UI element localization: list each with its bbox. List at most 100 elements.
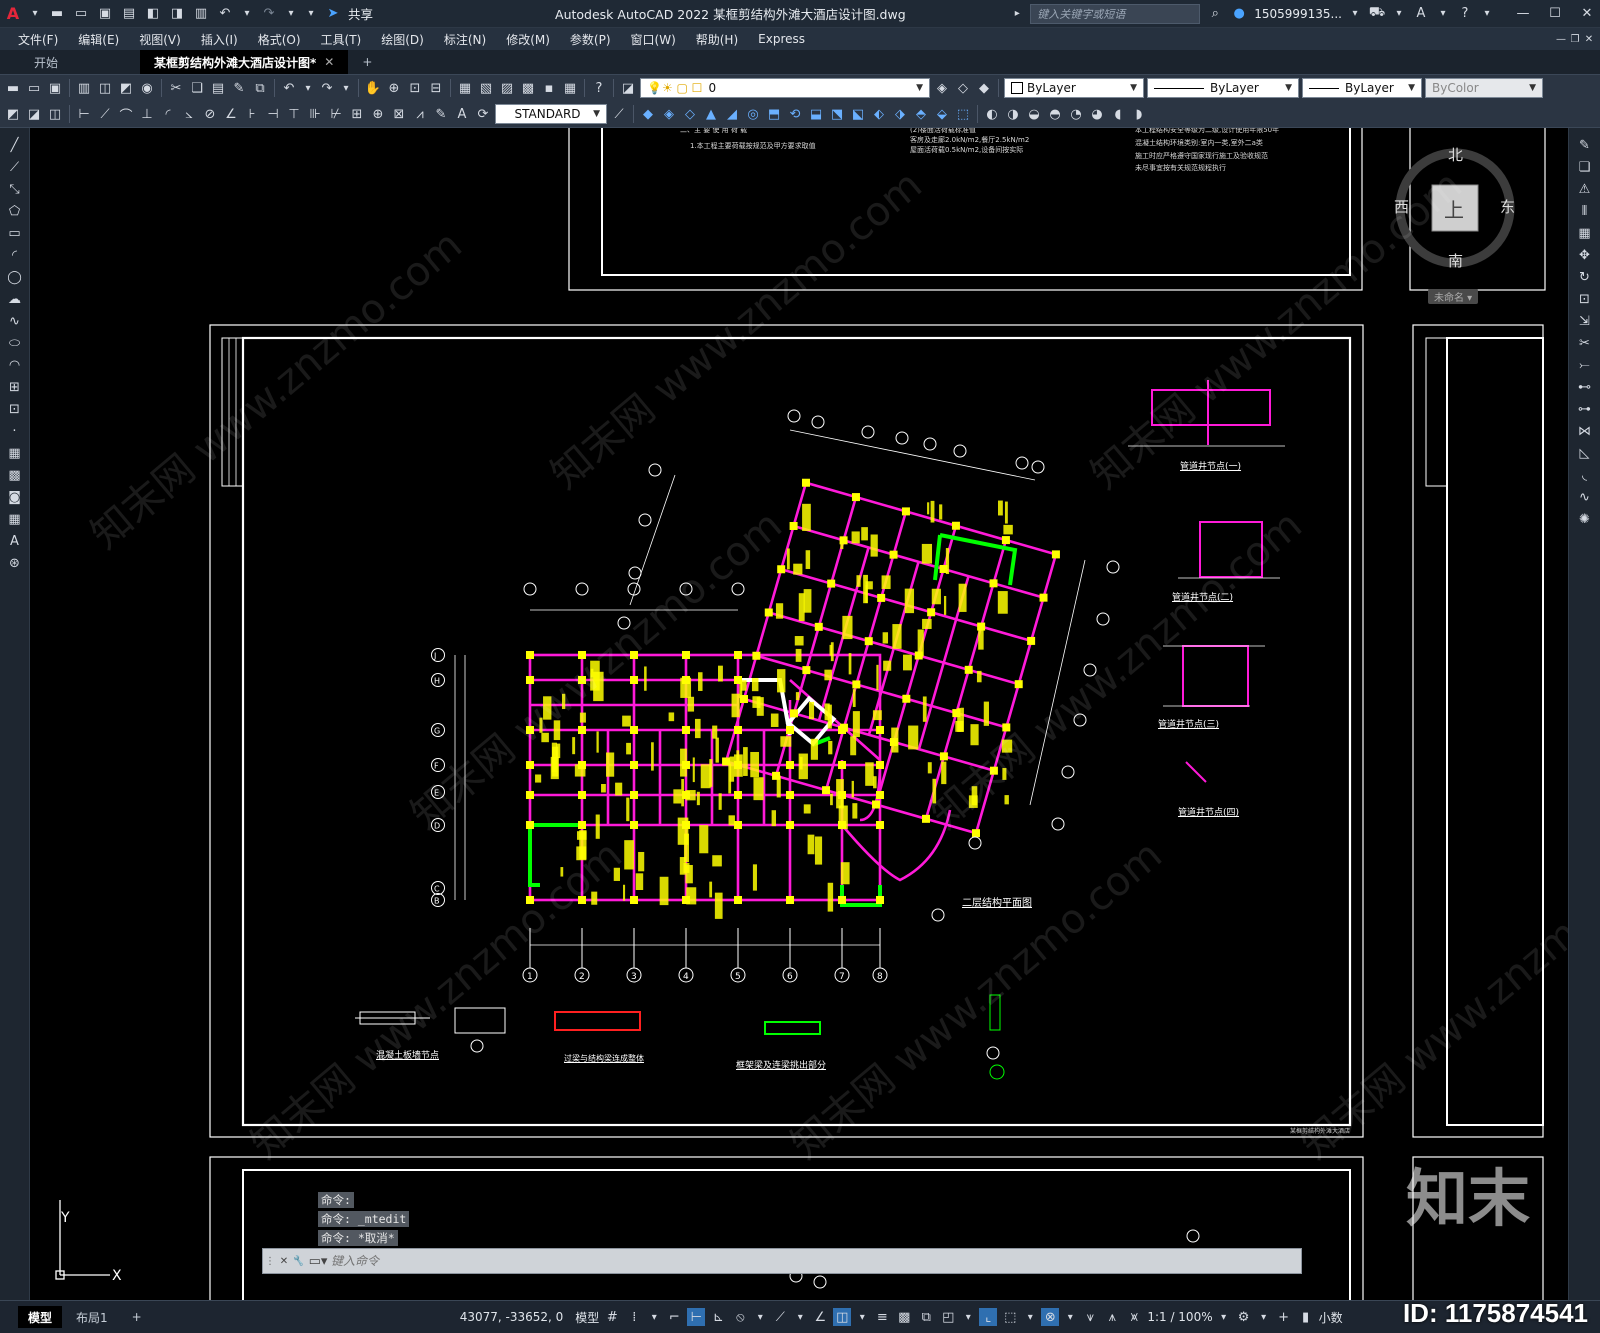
annotation-monitor-icon[interactable]: + xyxy=(1275,1308,1293,1326)
autocad-app-icon[interactable]: A xyxy=(4,4,22,23)
cart-icon[interactable]: ⛟ xyxy=(1368,5,1386,23)
tab-model[interactable]: 模型 xyxy=(18,1306,63,1328)
tool-palettes-icon[interactable]: ▨ xyxy=(498,79,516,97)
auto-scale-icon[interactable]: ⩚ xyxy=(1103,1308,1121,1326)
plot-icon[interactable]: ▥ xyxy=(192,5,210,23)
layer-freeze-icon[interactable]: ◫ xyxy=(46,105,64,123)
animation-icon[interactable]: ◗ xyxy=(1130,105,1148,123)
polar-dropdown-icon[interactable]: ▾ xyxy=(753,1308,767,1326)
join-icon[interactable]: ⋈ xyxy=(1576,422,1594,440)
save-icon[interactable]: ▣ xyxy=(46,79,64,97)
3d-osnap-dropdown-icon[interactable]: ▾ xyxy=(961,1308,975,1326)
annotation-visibility-icon[interactable]: ⩛ xyxy=(1081,1308,1099,1326)
undo-dropdown-icon[interactable]: ▾ xyxy=(301,79,315,97)
search-icon[interactable]: ⌕ xyxy=(1206,5,1224,23)
isodraft-icon[interactable]: ⟋ xyxy=(771,1308,789,1326)
copy-icon[interactable]: ❏ xyxy=(188,79,206,97)
make-block-icon[interactable]: ⊡ xyxy=(6,400,24,418)
extract-edges-icon[interactable]: ⬚ xyxy=(954,105,972,123)
annotation-scale-value[interactable]: 1:1 / 100% xyxy=(1147,1310,1212,1324)
undo-icon[interactable]: ↶ xyxy=(280,79,298,97)
redo-dropdown-icon[interactable]: ▾ xyxy=(339,79,353,97)
drawing-canvas[interactable]: 二、主 要 使 用 荷 载 1.本工程主要荷载按规范及甲方要求取值 (2)楼面活… xyxy=(0,128,1568,1300)
properties-icon[interactable]: ▦ xyxy=(456,79,474,97)
open-icon[interactable]: ▭ xyxy=(72,5,90,23)
erase-icon[interactable]: ✎ xyxy=(1576,136,1594,154)
menu-view[interactable]: 视图(V) xyxy=(129,31,191,48)
break-icon[interactable]: ⊶ xyxy=(1576,400,1594,418)
slice-icon[interactable]: ⬘ xyxy=(912,105,930,123)
annotation-scale-icon[interactable]: ⩙ xyxy=(1125,1308,1143,1326)
preview-icon[interactable]: ◫ xyxy=(96,79,114,97)
array-icon[interactable]: ▦ xyxy=(1576,224,1594,242)
grip-icon[interactable]: ⋮ xyxy=(263,1252,277,1270)
menu-format[interactable]: 格式(O) xyxy=(248,31,311,48)
app-menu-chevron-icon[interactable]: ▾ xyxy=(28,5,42,23)
cone-icon[interactable]: ▲ xyxy=(702,105,720,123)
cut-icon[interactable]: ✂ xyxy=(167,79,185,97)
workspace-dropdown-icon[interactable]: ▾ xyxy=(1257,1308,1271,1326)
zoom-realtime-icon[interactable]: ⊕ xyxy=(385,79,403,97)
layer-dropdown[interactable]: 💡☀ ▢ ☐ 0 ▼ xyxy=(640,78,930,98)
snap-dropdown-icon[interactable]: ▾ xyxy=(647,1308,661,1326)
dim-style-dropdown[interactable]: STANDARD ▼ xyxy=(495,104,607,124)
viewcube-top-face[interactable]: 上 xyxy=(1444,194,1464,223)
gizmo-icon[interactable]: ⊗ xyxy=(1041,1308,1060,1326)
open-icon[interactable]: ▭ xyxy=(25,79,43,97)
union-icon[interactable]: ⬕ xyxy=(849,105,867,123)
viewcube-east[interactable]: 东 xyxy=(1500,196,1515,217)
tab-start[interactable]: 开始 xyxy=(20,50,140,74)
dynamic-ucs-icon[interactable]: ⌞ xyxy=(979,1308,998,1326)
lights-icon[interactable]: ◓ xyxy=(1046,105,1064,123)
copy-icon[interactable]: ❏ xyxy=(1576,158,1594,176)
menu-dimension[interactable]: 标注(N) xyxy=(434,31,496,48)
multiline-text-icon[interactable]: A xyxy=(6,532,24,550)
add-selected-icon[interactable]: ⊛ xyxy=(6,554,24,572)
close-command-icon[interactable]: ✕ xyxy=(277,1252,291,1270)
account-dropdown-icon[interactable]: ▾ xyxy=(1436,5,1450,23)
paste-icon[interactable]: ▤ xyxy=(209,79,227,97)
add-layout-button[interactable]: + xyxy=(122,1306,152,1328)
baseline-dim-icon[interactable]: ⊣ xyxy=(264,105,282,123)
publish-icon[interactable]: ◩ xyxy=(117,79,135,97)
lineweight-icon[interactable]: ≡ xyxy=(873,1308,891,1326)
doc-close-icon[interactable]: ✕ xyxy=(1582,30,1596,48)
sphere-icon[interactable]: ◈ xyxy=(660,105,678,123)
new-icon[interactable]: ▬ xyxy=(48,5,66,23)
color-dropdown[interactable]: ByLayer ▼ xyxy=(1004,78,1144,98)
zoom-window-icon[interactable]: ⊡ xyxy=(406,79,424,97)
stretch-icon[interactable]: ⇲ xyxy=(1576,312,1594,330)
selection-filter-icon[interactable]: ⬚ xyxy=(1001,1308,1019,1326)
infer-constraints-icon[interactable]: ⌐ xyxy=(665,1308,683,1326)
point-icon[interactable]: · xyxy=(6,422,24,440)
workspace-gear-icon[interactable]: ⚙ xyxy=(1235,1308,1253,1326)
open-web-icon[interactable]: ◧ xyxy=(144,5,162,23)
jogged-linear-icon[interactable]: ⩘ xyxy=(411,105,429,123)
hatch-icon[interactable]: ▦ xyxy=(6,444,24,462)
construction-line-icon[interactable]: ⤡ xyxy=(6,180,24,198)
design-center-icon[interactable]: ▧ xyxy=(477,79,495,97)
qnew-icon[interactable]: ▬ xyxy=(4,79,22,97)
layer-properties-icon[interactable]: ◪ xyxy=(619,79,637,97)
ucs-menu[interactable]: 未命名 ▾ xyxy=(1428,289,1479,304)
tab-drawing[interactable]: 某框剪结构外滩大酒店设计图* ✕ xyxy=(140,50,349,74)
user-name[interactable]: 1505999135... xyxy=(1254,7,1342,21)
units-value[interactable]: 小数 xyxy=(1319,1309,1343,1326)
customize-wrench-icon[interactable]: 🔧 xyxy=(291,1252,305,1270)
dim-update-icon[interactable]: ⟳ xyxy=(474,105,492,123)
gizmo-dropdown-icon[interactable]: ▾ xyxy=(1063,1308,1077,1326)
visual-style-icon[interactable]: ◐ xyxy=(983,105,1001,123)
region-icon[interactable]: ◙ xyxy=(6,488,24,506)
viewcube-north[interactable]: 北 xyxy=(1448,144,1463,165)
polyline-icon[interactable]: ⟋ xyxy=(6,158,24,176)
save-icon[interactable]: ▣ xyxy=(96,5,114,23)
search-expand-icon[interactable]: ▸ xyxy=(1010,5,1024,23)
chamfer-icon[interactable]: ◺ xyxy=(1576,444,1594,462)
dim-style-manager-icon[interactable]: ⟋ xyxy=(610,105,628,123)
plotstyle-dropdown[interactable]: ByColor ▼ xyxy=(1425,78,1543,98)
user-icon[interactable]: ● xyxy=(1230,5,1248,23)
isodraft-dropdown-icon[interactable]: ▾ xyxy=(793,1308,807,1326)
polar-icon[interactable]: ⦸ xyxy=(731,1308,749,1326)
zoom-previous-icon[interactable]: ⊟ xyxy=(427,79,445,97)
loft-icon[interactable]: ⬔ xyxy=(828,105,846,123)
